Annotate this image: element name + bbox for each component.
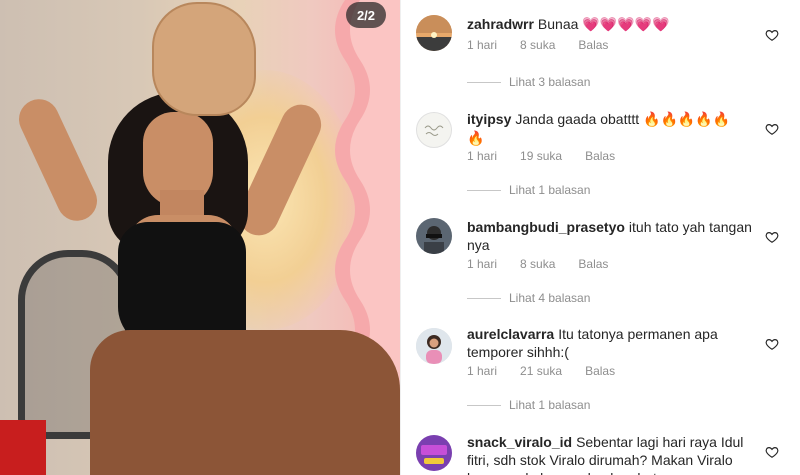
comment-meta: 1 hari 21 suka Balas xyxy=(467,364,638,378)
comment-username[interactable]: bambangbudi_prasetyo xyxy=(467,219,625,235)
comment-time: 1 hari xyxy=(467,149,498,163)
avatar[interactable] xyxy=(416,218,452,254)
comment-meta: 1 hari 19 suka Balas xyxy=(467,149,638,163)
person-avatar-icon xyxy=(416,218,452,254)
heart-outline-icon[interactable] xyxy=(765,122,779,136)
comment-text: zahradwrr Bunaa 💗💗💗💗💗 xyxy=(467,15,757,34)
comment-likes[interactable]: 19 suka xyxy=(520,149,562,163)
fire-emoji: 🔥🔥🔥🔥🔥 xyxy=(643,112,731,128)
reply-button[interactable]: Balas xyxy=(578,257,608,271)
view-replies-label: Lihat 1 balasan xyxy=(509,183,591,197)
heart-outline-icon[interactable] xyxy=(765,445,779,459)
view-replies-label: Lihat 1 balasan xyxy=(509,398,591,412)
brand-avatar-icon xyxy=(416,435,452,471)
comment-username[interactable]: aurelclavarra xyxy=(467,326,554,342)
view-replies-label: Lihat 4 balasan xyxy=(509,291,591,305)
red-object xyxy=(0,420,46,475)
post-photo[interactable]: 2/2 xyxy=(0,0,400,475)
handwriting-avatar-icon xyxy=(424,125,444,136)
heart-outline-icon[interactable] xyxy=(765,337,779,351)
comment-text: snack_viralo_id Sebentar lagi hari raya I… xyxy=(467,433,757,475)
left-arm xyxy=(12,92,104,228)
comment-likes[interactable]: 8 suka xyxy=(520,38,555,52)
replies-line xyxy=(467,404,501,406)
comment-likes[interactable]: 21 suka xyxy=(520,364,562,378)
view-replies-link[interactable]: Lihat 1 balasan xyxy=(467,398,590,412)
comment-time: 1 hari xyxy=(467,38,498,52)
replies-line xyxy=(467,297,501,299)
view-replies-link[interactable]: Lihat 4 balasan xyxy=(467,291,590,305)
sunset-avatar-icon xyxy=(416,15,452,51)
comment-meta: 1 hari 8 suka Balas xyxy=(467,38,631,52)
image-counter-badge: 2/2 xyxy=(346,2,386,28)
comment-username[interactable]: zahradwrr xyxy=(467,16,534,32)
comment-username[interactable]: ityipsy xyxy=(467,111,511,127)
heart-outline-icon[interactable] xyxy=(765,28,779,42)
black-corset-top xyxy=(118,222,246,347)
view-replies-label: Lihat 3 balasan xyxy=(509,75,591,89)
comment-time: 1 hari xyxy=(467,364,498,378)
comment-meta: 1 hari 8 suka Balas xyxy=(467,257,631,271)
avatar[interactable] xyxy=(416,435,452,471)
avatar[interactable] xyxy=(416,328,452,364)
fire-emoji-wrap: 🔥 xyxy=(467,131,485,147)
reply-button[interactable]: Balas xyxy=(578,38,608,52)
woman-avatar-icon xyxy=(416,328,452,364)
comment-body: Bunaa xyxy=(537,16,579,32)
comment-likes[interactable]: 8 suka xyxy=(520,257,555,271)
heart-outline-icon[interactable] xyxy=(765,230,779,244)
woven-bag xyxy=(152,2,256,116)
replies-line xyxy=(467,189,501,191)
comment-time: 1 hari xyxy=(467,257,498,271)
view-replies-link[interactable]: Lihat 3 balasan xyxy=(467,75,590,89)
comment-username[interactable]: snack_viralo_id xyxy=(467,434,572,450)
heart-emoji: 💗💗💗💗💗 xyxy=(582,17,670,33)
replies-line xyxy=(467,81,501,83)
comment-body: Janda gaada obatttt xyxy=(515,111,640,127)
comment-text: aurelclavarra Itu tatonya permanen apa te… xyxy=(467,325,757,361)
avatar[interactable] xyxy=(416,112,452,148)
comments-panel[interactable]: zahradwrr Bunaa 💗💗💗💗💗 1 hari 8 suka Balas… xyxy=(401,0,800,475)
view-replies-link[interactable]: Lihat 1 balasan xyxy=(467,183,590,197)
comment-text: bambangbudi_prasetyo ituh tato yah tangan… xyxy=(467,218,757,254)
avatar[interactable] xyxy=(416,15,452,51)
leather-pants xyxy=(90,330,400,475)
reply-button[interactable]: Balas xyxy=(585,149,615,163)
comment-text: ityipsy Janda gaada obatttt 🔥🔥🔥🔥🔥 🔥 xyxy=(467,110,757,148)
reply-button[interactable]: Balas xyxy=(585,364,615,378)
